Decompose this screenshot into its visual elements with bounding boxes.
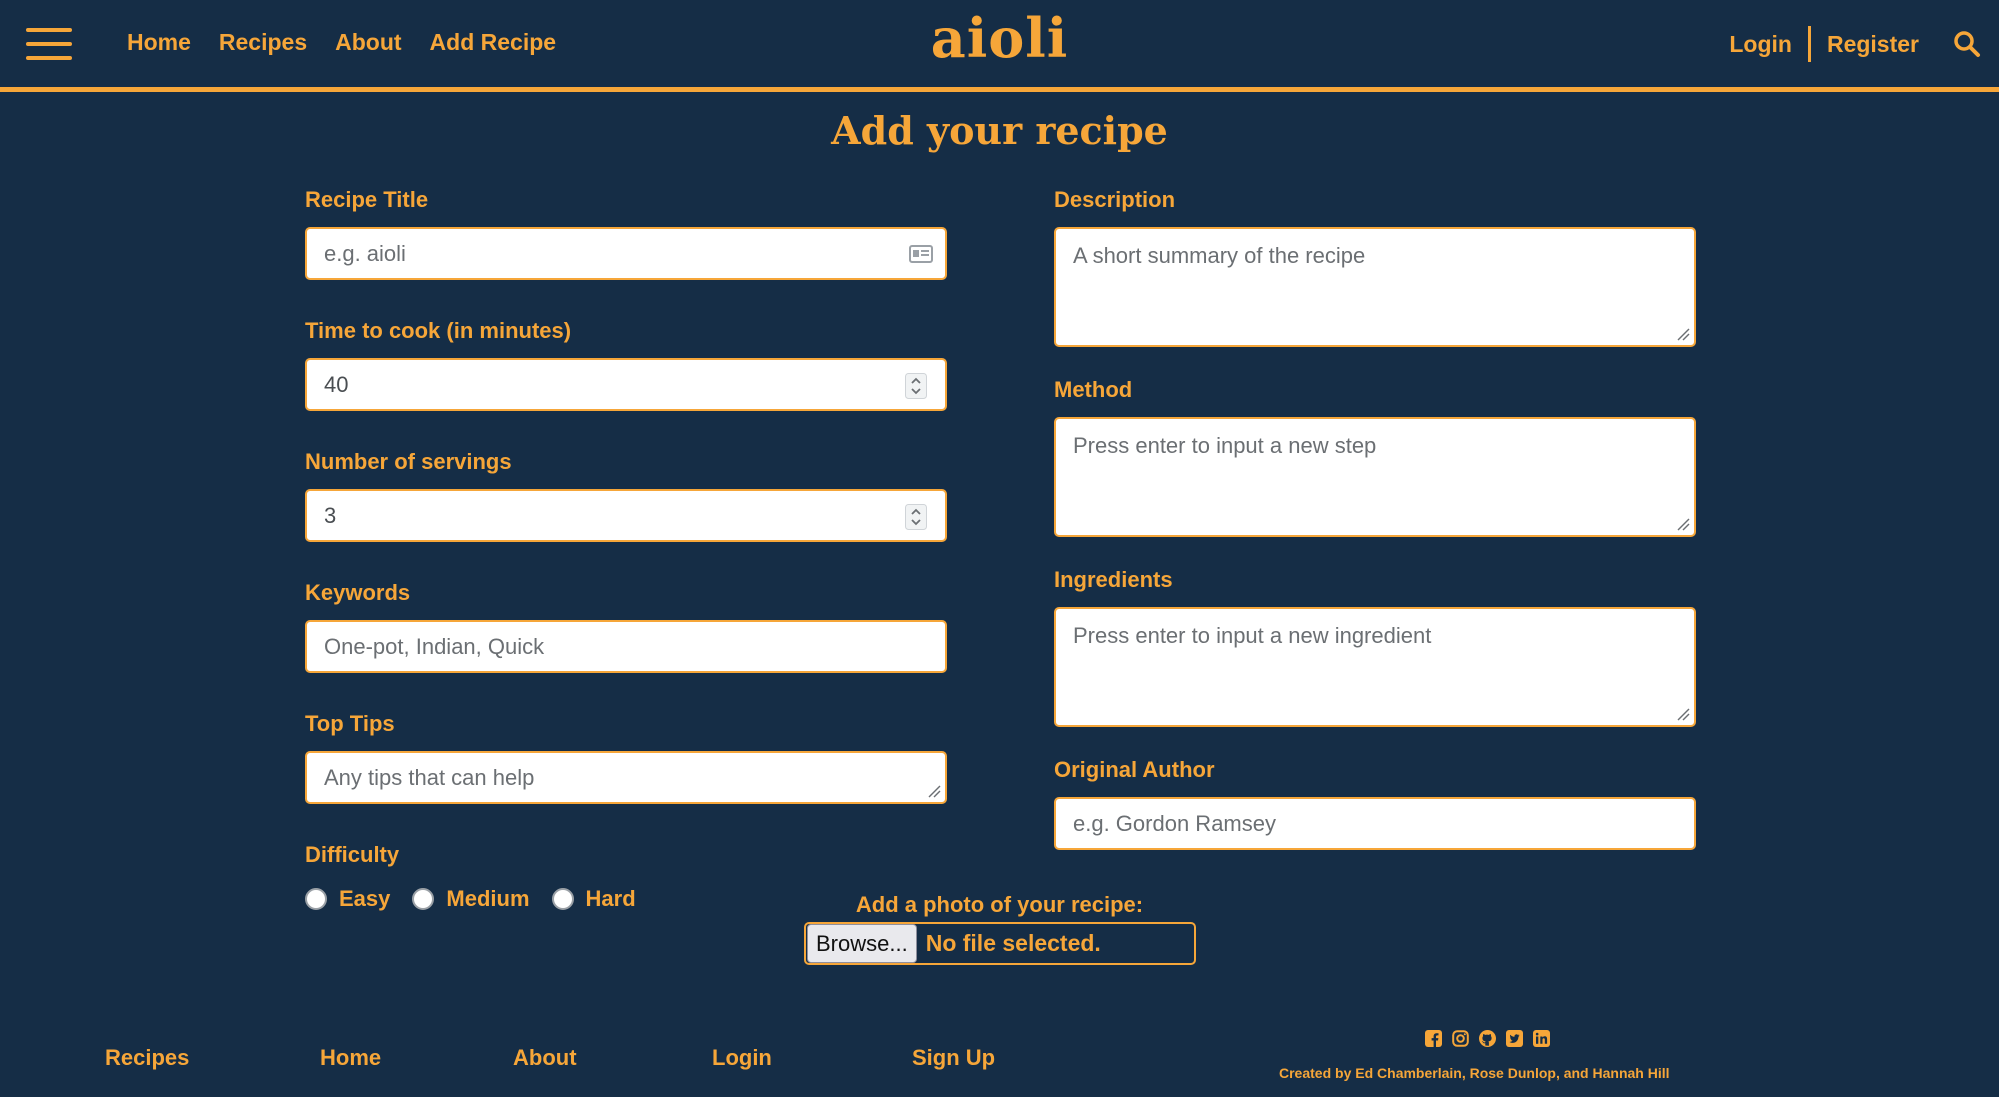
description-label: Description [1054,187,1176,212]
resize-handle-icon[interactable] [925,782,941,798]
top-tips-placeholder: Any tips that can help [324,764,535,790]
number-stepper-icon[interactable] [905,504,927,530]
nav-link-home[interactable]: Home [127,29,191,56]
social-links [1425,1030,1550,1047]
brand-logo[interactable]: aioli [931,6,1069,70]
description-group: Description A short summary of the recip… [1054,187,1696,347]
ingredients-textarea[interactable]: Press enter to input a new ingredient [1054,607,1696,727]
original-author-input[interactable]: e.g. Gordon Ramsey [1054,797,1696,850]
facebook-icon[interactable] [1425,1030,1442,1047]
browse-button[interactable]: Browse... [807,924,917,963]
footer-link-login[interactable]: Login [712,1045,772,1071]
recipe-title-input[interactable]: e.g. aioli [305,227,947,280]
form-right-column: Description A short summary of the recip… [1054,187,1696,850]
original-author-label: Original Author [1054,757,1215,782]
servings-value: 3 [324,502,337,528]
auth-links: Login Register [1729,26,1919,62]
photo-upload-label: Add a photo of your recipe: [855,892,1144,917]
top-tips-textarea[interactable]: Any tips that can help [305,751,947,804]
register-link[interactable]: Register [1827,31,1919,58]
footer-link-recipes[interactable]: Recipes [105,1045,189,1071]
servings-input[interactable]: 3 [305,489,947,542]
search-icon[interactable] [1953,30,1981,58]
footer-link-home[interactable]: Home [320,1045,381,1071]
servings-label: Number of servings [305,449,512,474]
recipe-title-placeholder: e.g. aioli [324,240,406,266]
footer-credit: Created by Ed Chamberlain, Rose Dunlop, … [1279,1065,1670,1081]
file-status: No file selected. [925,930,1101,956]
time-to-cook-input[interactable]: 40 [305,358,947,411]
time-to-cook-label: Time to cook (in minutes) [305,318,572,343]
difficulty-label: Difficulty [305,842,400,867]
recipe-title-group: Recipe Title e.g. aioli [305,187,947,280]
method-placeholder: Press enter to input a new step [1073,433,1377,458]
servings-group: Number of servings 3 [305,449,947,542]
ingredients-group: Ingredients Press enter to input a new i… [1054,567,1696,727]
keywords-placeholder: One-pot, Indian, Quick [324,633,545,659]
nav-link-about[interactable]: About [335,29,401,56]
nav-divider [1807,26,1811,62]
navbar: Home Recipes About Add Recipe aioli Logi… [0,0,1999,92]
hamburger-menu-icon[interactable] [26,28,72,62]
footer-link-about[interactable]: About [513,1045,577,1071]
page-title: Add your recipe [831,108,1168,153]
keywords-input[interactable]: One-pot, Indian, Quick [305,620,947,673]
resize-handle-icon[interactable] [1674,515,1690,531]
nav-link-recipes[interactable]: Recipes [219,29,307,56]
photo-file-input[interactable]: Browse... No file selected. [804,922,1196,965]
contact-card-icon[interactable] [909,244,933,264]
github-icon[interactable] [1479,1030,1496,1047]
number-stepper-icon[interactable] [905,373,927,399]
ingredients-placeholder: Press enter to input a new ingredient [1073,623,1432,648]
login-link[interactable]: Login [1729,31,1792,58]
instagram-icon[interactable] [1452,1030,1469,1047]
recipe-title-label: Recipe Title [305,187,429,212]
method-group: Method Press enter to input a new step [1054,377,1696,537]
top-tips-label: Top Tips [305,711,395,736]
description-textarea[interactable]: A short summary of the recipe [1054,227,1696,347]
method-label: Method [1054,377,1133,402]
original-author-placeholder: e.g. Gordon Ramsey [1073,810,1276,836]
footer-link-sign-up[interactable]: Sign Up [912,1045,995,1071]
description-placeholder: A short summary of the recipe [1073,243,1366,268]
top-tips-group: Top Tips Any tips that can help [305,711,947,804]
resize-handle-icon[interactable] [1674,325,1690,341]
nav-link-add-recipe[interactable]: Add Recipe [430,29,557,56]
time-to-cook-group: Time to cook (in minutes) 40 [305,318,947,411]
ingredients-label: Ingredients [1054,567,1173,592]
keywords-label: Keywords [305,580,411,605]
method-textarea[interactable]: Press enter to input a new step [1054,417,1696,537]
original-author-group: Original Author e.g. Gordon Ramsey [1054,757,1696,850]
keywords-group: Keywords One-pot, Indian, Quick [305,580,947,673]
form-left-column: Recipe Title e.g. aioli Time to cook (in… [305,187,947,912]
resize-handle-icon[interactable] [1674,705,1690,721]
linkedin-icon[interactable] [1533,1030,1550,1047]
nav-links: Home Recipes About Add Recipe [127,29,584,56]
twitter-icon[interactable] [1506,1030,1523,1047]
time-to-cook-value: 40 [324,371,349,397]
